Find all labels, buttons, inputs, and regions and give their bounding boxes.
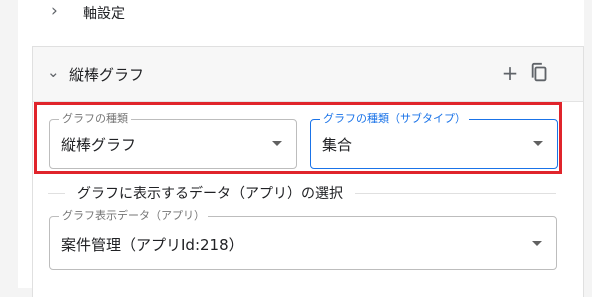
dropdown-arrow-icon[interactable] xyxy=(272,141,282,146)
data-source-label: グラフ表示データ（アプリ） xyxy=(59,209,208,223)
section-title: グラフに表示するデータ（アプリ）の選択 xyxy=(65,183,355,203)
chart-card-title: 縦棒グラフ xyxy=(69,66,145,84)
graph-type-select[interactable]: グラフの種類 縦棒グラフ xyxy=(49,112,297,169)
dropdown-arrow-icon[interactable] xyxy=(533,141,543,146)
copy-icon[interactable] xyxy=(529,62,551,84)
chart-card-header[interactable]: ⌄ 縦棒グラフ + xyxy=(33,47,583,102)
graph-subtype-label: グラフの種類（サブタイプ） xyxy=(320,112,469,126)
add-button[interactable]: + xyxy=(499,61,521,85)
data-source-value: 案件管理（アプリId:218） xyxy=(61,236,244,254)
graph-subtype-value: 集合 xyxy=(322,136,353,154)
graph-subtype-select[interactable]: グラフの種類（サブタイプ） 集合 xyxy=(310,112,558,169)
graph-type-label: グラフの種類 xyxy=(59,112,131,126)
chevron-down-icon[interactable]: ⌄ xyxy=(47,63,60,81)
graph-type-value: 縦棒グラフ xyxy=(61,136,137,154)
dropdown-arrow-icon[interactable] xyxy=(532,241,542,246)
data-source-select[interactable]: グラフ表示データ（アプリ） 案件管理（アプリId:218） xyxy=(49,209,557,270)
